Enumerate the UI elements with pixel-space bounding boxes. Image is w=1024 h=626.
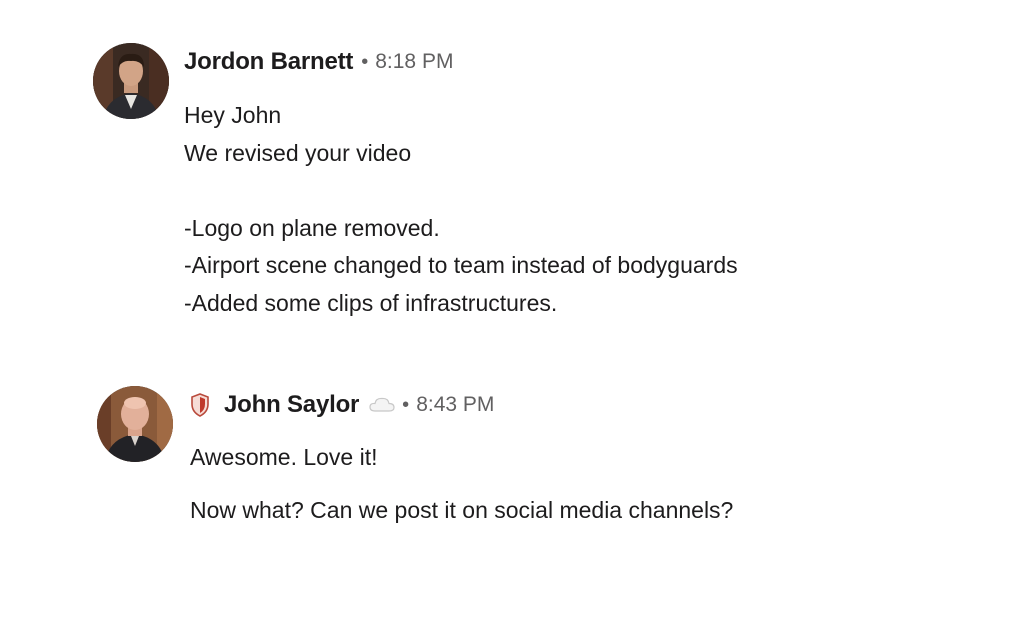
message-line: -Added some clips of infrastructures. bbox=[184, 289, 558, 316]
message-line: -Airport scene changed to team instead o… bbox=[184, 252, 738, 278]
cloud-icon bbox=[368, 395, 396, 415]
author-name[interactable]: Jordon Barnett bbox=[184, 48, 353, 76]
message-body: Awesome. Love it! Now what? Can we post … bbox=[190, 439, 733, 529]
timestamp[interactable]: 8:18 PM bbox=[375, 50, 453, 74]
message-line: Hey John bbox=[184, 102, 282, 128]
avatar[interactable] bbox=[97, 386, 173, 462]
person-avatar-icon bbox=[97, 386, 173, 462]
message-line: We revised your video bbox=[184, 139, 412, 166]
shield-icon bbox=[190, 393, 210, 417]
separator-dot: • bbox=[402, 393, 410, 416]
message-body: Hey John We revised your video -Logo on … bbox=[184, 97, 738, 322]
message-header: Jordon Barnett • 8:18 PM bbox=[184, 48, 453, 76]
message-line: Now what? Can we post it on social media… bbox=[190, 496, 734, 523]
person-avatar-icon bbox=[93, 43, 169, 119]
author-name[interactable]: John Saylor bbox=[224, 391, 359, 419]
message-line: Awesome. Love it! bbox=[190, 444, 378, 470]
timestamp[interactable]: 8:43 PM bbox=[416, 393, 494, 417]
avatar[interactable] bbox=[93, 43, 169, 119]
message-line: -Logo on plane removed. bbox=[184, 214, 440, 241]
separator-dot: • bbox=[361, 50, 369, 73]
message-header: John Saylor • 8:43 PM bbox=[190, 391, 494, 419]
